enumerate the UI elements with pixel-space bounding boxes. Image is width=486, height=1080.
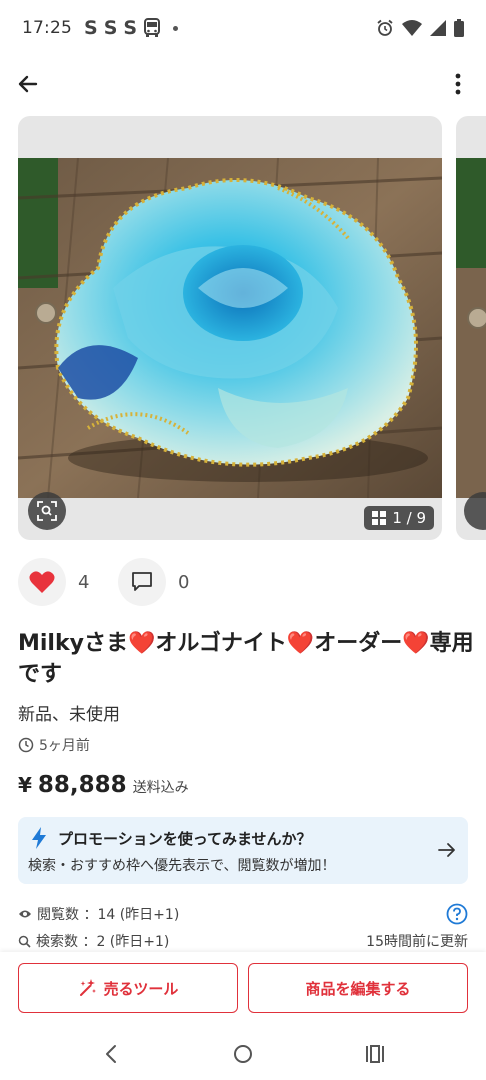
more-vert-icon[interactable]: [450, 70, 466, 98]
app-bar: [0, 60, 486, 108]
sell-tools-label: 売るツール: [103, 979, 179, 998]
bolt-icon: [32, 827, 46, 849]
price-row: ¥ 88,888 送料込み: [18, 772, 189, 798]
system-nav-bar: [0, 1028, 486, 1080]
help-icon[interactable]: [446, 903, 468, 925]
status-bar: 17:25 S S S: [0, 0, 486, 56]
notification-icons: S S S: [84, 17, 179, 39]
image-carousel[interactable]: 1 / 9: [18, 116, 486, 540]
comment-button[interactable]: [118, 558, 166, 606]
eye-icon: [19, 910, 31, 918]
reaction-bar: 4 0: [18, 558, 218, 606]
bus-icon: [144, 18, 161, 37]
product-image-slide[interactable]: 1 / 9: [18, 116, 442, 540]
view-count: 閲覧数 ：14 (昨日+1): [18, 904, 179, 924]
clock-icon: [18, 737, 34, 753]
back-arrow-icon[interactable]: [14, 70, 42, 98]
like-button[interactable]: [18, 558, 66, 606]
image-search-button[interactable]: [28, 492, 66, 530]
more-notifications-dot: [173, 25, 179, 31]
nav-home-icon[interactable]: [230, 1042, 256, 1066]
notification-s-icon: S: [103, 17, 118, 39]
image-counter: 1 / 9: [364, 506, 434, 530]
arrow-right-icon[interactable]: [436, 839, 458, 861]
comment-count: 0: [178, 571, 190, 593]
edit-item-button[interactable]: 商品を編集する: [248, 963, 468, 1013]
nav-recents-icon[interactable]: [362, 1042, 388, 1066]
search-icon: [18, 935, 31, 948]
search-count: 検索数 ：2 (昨日+1): [18, 931, 169, 951]
promotion-title: プロモーションを使ってみませんか？: [58, 830, 312, 848]
wifi-icon: [402, 20, 422, 36]
battery-icon: [454, 19, 464, 37]
signal-icon: [430, 20, 446, 36]
notification-s-icon: S: [84, 17, 98, 39]
promotion-description: 検索・おすすめ枠へ優先表示で、閲覧数が増加！: [28, 858, 336, 874]
updated-time: 15時間前に更新: [366, 934, 468, 950]
notification-s-icon: S: [123, 17, 138, 39]
next-product-photo: [456, 158, 486, 498]
promotion-banner[interactable]: プロモーションを使ってみませんか？ 検索・おすすめ枠へ優先表示で、閲覧数が増加！: [18, 817, 468, 884]
price: 88,888: [37, 772, 127, 798]
view-count-text: 閲覧数 ：14 (昨日+1): [37, 907, 180, 923]
alarm-icon: [377, 19, 393, 36]
product-condition: 新品、未使用: [18, 705, 120, 725]
product-title: Milkyさま❤️オルゴナイト❤️オーダー❤️専用です: [18, 631, 474, 687]
sell-tools-button[interactable]: 売るツール: [18, 963, 238, 1013]
comment-icon: [132, 572, 152, 591]
lens-icon: [37, 501, 57, 521]
currency-symbol: ¥: [18, 773, 32, 797]
next-image-slide[interactable]: [456, 116, 486, 540]
sparkle-icon: [79, 979, 96, 996]
image-counter-text: 1 / 9: [392, 509, 426, 527]
bottom-action-bar: 売るツール 商品を編集する: [0, 952, 486, 1028]
heart-icon: [29, 571, 55, 593]
product-photo[interactable]: [18, 158, 442, 498]
edit-item-label: 商品を編集する: [305, 979, 411, 998]
shipping-info: 送料込み: [132, 780, 189, 796]
search-count-text: 検索数 ：2 (昨日+1): [36, 934, 170, 950]
like-count: 4: [78, 571, 90, 593]
grid-icon: [372, 511, 387, 525]
posted-time: 5ヶ月前: [18, 734, 90, 756]
status-time: 17:25: [22, 18, 72, 38]
nav-back-icon[interactable]: [98, 1042, 124, 1066]
posted-time-text: 5ヶ月前: [39, 738, 90, 754]
